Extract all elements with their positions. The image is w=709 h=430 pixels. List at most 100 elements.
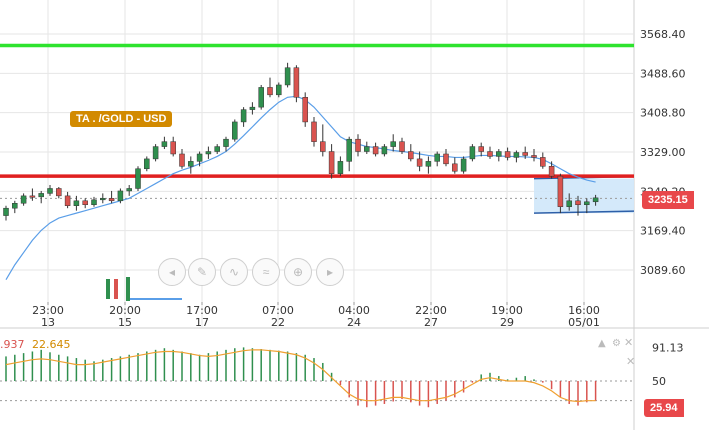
oscillator-value-b: 22.645	[32, 338, 71, 351]
candle-body	[179, 153, 185, 167]
candle-body	[64, 195, 71, 206]
candle-body	[584, 201, 590, 205]
candle-body	[513, 152, 520, 158]
candle-body	[328, 151, 335, 174]
candle-body	[425, 161, 432, 167]
zoom-tool-button[interactable]: ⊕	[284, 258, 312, 286]
candle-body	[557, 175, 564, 207]
candle-body	[381, 146, 388, 155]
pane-settings-icon[interactable]: ⚙	[612, 338, 621, 349]
candle-body	[258, 87, 264, 108]
candle-body	[443, 153, 449, 165]
chart-canvas[interactable]: 3568.403488.603408.803329.003249.203169.…	[0, 0, 709, 430]
candle-body	[284, 67, 291, 86]
candle-body	[311, 121, 317, 142]
candle-body	[548, 166, 555, 177]
mini-marker-up	[126, 277, 130, 301]
mini-marker-down	[114, 279, 118, 299]
time-axis-date: 15	[118, 316, 132, 329]
candle-body	[302, 97, 308, 123]
price-axis-label: 3408.80	[640, 107, 686, 120]
drawing-tool-icon: ✎	[196, 265, 208, 279]
candle-body	[232, 121, 238, 140]
pane-remove-icon[interactable]: ✕	[626, 355, 635, 368]
candle-body	[144, 158, 150, 170]
candle-body	[487, 151, 493, 157]
oscillator-value-badge: 25.94	[644, 399, 684, 417]
right-arrow-icon: ▸	[326, 265, 334, 279]
scroll-right-button[interactable]: ▸	[316, 258, 344, 286]
candle-body	[12, 203, 18, 209]
candle-body	[47, 188, 53, 194]
candle-body	[293, 67, 300, 98]
candle-body	[575, 200, 581, 205]
candle-body	[452, 163, 458, 172]
candle-body	[170, 141, 176, 155]
candle-body	[240, 109, 247, 123]
price-axis-label: 3169.40	[640, 225, 686, 238]
channel-fill	[534, 178, 634, 214]
candle-body	[496, 151, 502, 157]
price-channel[interactable]	[533, 175, 635, 214]
candle-body	[522, 152, 528, 156]
candle-body	[117, 190, 124, 202]
candle-body	[29, 195, 36, 198]
candle-body	[126, 188, 132, 192]
time-axis-date: 13	[41, 316, 55, 329]
candle-body	[161, 141, 168, 147]
pattern-tool-button[interactable]: ∿	[220, 258, 248, 286]
candle-body	[416, 158, 423, 167]
candle-body	[249, 106, 256, 110]
osc-axis-label: 91.13	[652, 341, 684, 354]
pane-collapse-icon[interactable]: ▲	[598, 338, 606, 349]
pattern-tool-2-icon: ≈	[262, 265, 270, 279]
current-price-badge: 3235.15	[642, 191, 694, 209]
candle-body	[320, 141, 326, 152]
left-arrow-icon: ◂	[168, 265, 176, 279]
time-axis-date: 24	[347, 316, 361, 329]
candle-body	[592, 197, 599, 203]
candle-body	[478, 146, 484, 152]
price-axis: 3568.403488.603408.803329.003249.203169.…	[640, 28, 686, 277]
candle-body	[276, 84, 282, 96]
candle-body	[223, 138, 229, 147]
candle-body	[540, 157, 546, 167]
candle-body	[205, 151, 212, 155]
candle-body	[460, 158, 467, 172]
candle-body	[135, 168, 141, 189]
oscillator-value-a: .937	[0, 338, 25, 351]
candle-body	[214, 146, 220, 152]
time-axis-date: 27	[424, 316, 438, 329]
candle-body	[152, 146, 159, 160]
price-axis-label: 3488.60	[640, 67, 686, 80]
candle-body	[73, 200, 80, 206]
price-axis-label: 3329.00	[640, 146, 686, 159]
candle-body	[267, 87, 273, 96]
price-axis-label: 3568.40	[640, 28, 686, 41]
candle-body	[188, 161, 194, 167]
candle-body	[531, 155, 537, 158]
scroll-left-button[interactable]: ◂	[158, 258, 186, 286]
candle-body	[38, 193, 44, 198]
candle-body	[434, 153, 440, 162]
time-axis-date: 05/01	[568, 316, 600, 329]
candle-body	[82, 200, 88, 205]
draw-tool-button[interactable]: ✎	[188, 258, 216, 286]
mini-marker-up	[106, 279, 110, 299]
candle-body	[566, 200, 572, 207]
price-axis-label: 3089.60	[640, 264, 686, 277]
time-axis-date: 17	[195, 316, 209, 329]
candle-body	[355, 138, 361, 152]
pattern-tool-2-button[interactable]: ≈	[252, 258, 280, 286]
candle-body	[91, 199, 97, 205]
zoom-tool-icon: ⊕	[292, 265, 304, 279]
candle-body	[364, 146, 370, 152]
symbol-badge[interactable]: TA . /GOLD - USD	[70, 111, 173, 127]
osc-axis-label: 50	[652, 375, 666, 388]
time-axis-date: 29	[500, 316, 514, 329]
candle-body	[372, 146, 379, 155]
pane-close-icon[interactable]: ✕	[624, 336, 633, 349]
candle-body	[100, 198, 106, 201]
candle-body	[20, 195, 27, 204]
candle-body	[469, 146, 476, 160]
